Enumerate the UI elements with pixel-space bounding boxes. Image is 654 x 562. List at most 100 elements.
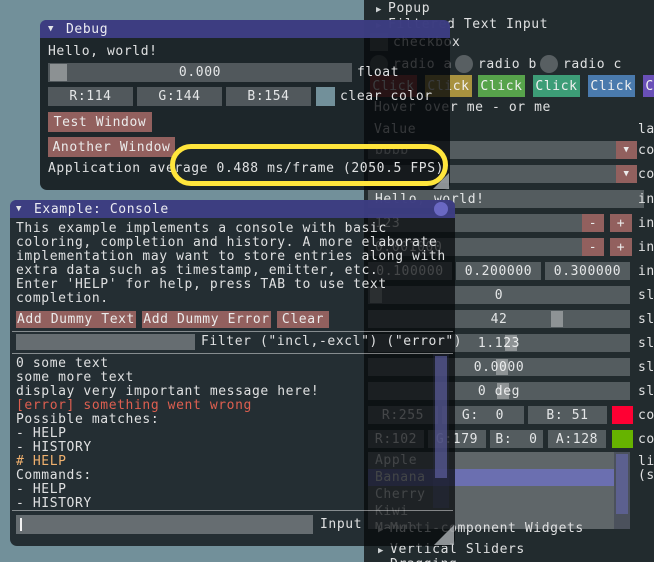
float-slider-label: float xyxy=(357,66,399,80)
chevron-right-icon: ▶ xyxy=(376,5,382,15)
console-input[interactable] xyxy=(16,515,313,534)
add-dummy-text-button[interactable]: Add Dummy Text xyxy=(16,311,136,328)
text-cursor xyxy=(20,518,22,531)
color2-swatch[interactable] xyxy=(612,430,633,448)
scrollbar-grab[interactable] xyxy=(435,356,447,478)
slider-float2-label: sl xyxy=(638,361,654,375)
console-log-line: 0 some text xyxy=(16,356,109,371)
input-float-minus-button[interactable]: - xyxy=(582,238,604,256)
listbox-label-line2: (s xyxy=(638,469,654,483)
combo-2-arrow-button[interactable]: ▼ xyxy=(616,165,637,183)
tree-node-partial[interactable]: ▶Dragging xyxy=(378,557,457,562)
combo-1-label: co xyxy=(638,144,654,158)
console-description-line: Enter 'HELP' for help, press TAB to use … xyxy=(16,278,387,292)
console-log-line: - HISTORY xyxy=(16,440,92,455)
clear-button[interactable]: Clear xyxy=(277,311,329,328)
console-log-line: - HISTORY xyxy=(16,496,92,508)
slider-42-label: sl xyxy=(638,313,654,327)
input-float3-label: in xyxy=(638,265,654,279)
collapse-arrow-icon[interactable]: ▼ xyxy=(48,24,54,34)
color2-b-field[interactable]: B: 0 xyxy=(490,430,543,448)
click-button-3[interactable]: Click xyxy=(478,75,525,97)
slider-grab[interactable] xyxy=(497,383,509,399)
close-icon[interactable] xyxy=(434,202,448,216)
slider-grab[interactable] xyxy=(551,311,563,327)
combo-2-label: co xyxy=(638,168,654,182)
console-description-line: extra data such as timestamp, emitter, e… xyxy=(16,264,378,278)
slider-grab[interactable] xyxy=(505,335,517,351)
test-window-button[interactable]: Test Window xyxy=(48,112,152,132)
clear-color-r-field[interactable]: R:114 xyxy=(48,87,133,106)
another-window-button[interactable]: Another Window xyxy=(48,137,175,157)
input-int-label: in xyxy=(638,217,654,231)
slider-int-label: sl xyxy=(638,289,654,303)
console-description-line: completion. xyxy=(16,292,109,306)
chevron-right-icon: ▶ xyxy=(378,546,384,556)
console-log-line: display very important message here! xyxy=(16,384,319,399)
console-description-line: implementation may want to store entries… xyxy=(16,250,446,264)
input-float3-y[interactable]: 0.200000 xyxy=(456,262,541,280)
console-description-line: coloring, completion and history. A more… xyxy=(16,236,437,250)
console-log-line-error: [error] something went wrong xyxy=(16,398,252,413)
app-background: ▶Popup ▶Filtered Text Input checkbox rad… xyxy=(0,0,654,562)
clear-color-g-field[interactable]: G:144 xyxy=(137,87,222,106)
radio-c-label: radio c xyxy=(563,58,622,72)
input-float-plus-button[interactable]: + xyxy=(610,238,632,256)
console-log-line: Commands: xyxy=(16,468,92,483)
clear-color-label: clear color xyxy=(340,90,433,104)
radio-c[interactable] xyxy=(540,55,558,73)
console-log-line: Possible matches: xyxy=(16,412,159,427)
click-button-6[interactable]: Click xyxy=(643,75,654,97)
console-log-line: - HELP xyxy=(16,426,67,441)
filter-input[interactable] xyxy=(16,334,195,350)
color2-label: co xyxy=(638,433,654,447)
console-log-line: - HELP xyxy=(16,482,67,497)
radio-b[interactable] xyxy=(455,55,473,73)
input-float3-z[interactable]: 0.300000 xyxy=(545,262,630,280)
console-scrollbar[interactable] xyxy=(433,354,449,508)
color1-b-field[interactable]: B: 51 xyxy=(528,406,607,424)
collapse-arrow-icon[interactable]: ▼ xyxy=(16,204,22,214)
filter-label: Filter ("incl,-excl") ("error") xyxy=(201,335,462,349)
resize-grip[interactable] xyxy=(434,525,454,545)
console-description-line: This example implements a console with b… xyxy=(16,222,387,236)
console-log-line-match: # HELP xyxy=(16,454,67,469)
separator xyxy=(12,510,453,511)
slider-angle-label: sl xyxy=(638,385,654,399)
console-log-line: some more text xyxy=(16,370,134,385)
color1-label: co xyxy=(638,409,654,423)
slider-grab[interactable] xyxy=(50,64,67,81)
add-dummy-error-button[interactable]: Add Dummy Error xyxy=(142,311,271,328)
separator xyxy=(12,353,453,354)
color2-a-field[interactable]: A:128 xyxy=(548,430,606,448)
annotation-highlight-ellipse xyxy=(170,144,448,186)
hello-world-text: Hello, world! xyxy=(48,45,158,59)
tree-node-label: Popup xyxy=(388,1,430,16)
console-window-title: Example: Console xyxy=(34,202,169,217)
labeltext-label: la xyxy=(638,123,654,137)
float-slider[interactable]: 0.000 xyxy=(48,63,352,82)
debug-window-title: Debug xyxy=(66,22,108,37)
separator xyxy=(12,331,453,332)
console-titlebar[interactable]: ▼ Example: Console xyxy=(10,200,455,218)
clear-color-b-field[interactable]: B:154 xyxy=(226,87,311,106)
color1-swatch[interactable] xyxy=(612,406,633,424)
listbox-scrollbar[interactable] xyxy=(614,452,630,529)
input-int-plus-button[interactable]: + xyxy=(610,214,632,232)
slider-grab[interactable] xyxy=(496,359,508,375)
combo-1-arrow-button[interactable]: ▼ xyxy=(616,141,637,159)
slider-float-label: sl xyxy=(638,337,654,351)
clear-color-swatch[interactable] xyxy=(316,87,335,106)
tree-node-label: Dragging xyxy=(390,557,457,562)
debug-titlebar[interactable]: ▼ Debug xyxy=(40,20,450,38)
console-input-label: Input xyxy=(320,518,362,532)
input-int-minus-button[interactable]: - xyxy=(582,214,604,232)
console-window: ▼ Example: Console This example implemen… xyxy=(10,200,455,546)
click-button-5[interactable]: Click xyxy=(588,75,635,97)
radio-b-label: radio b xyxy=(478,58,537,72)
click-button-4[interactable]: Click xyxy=(533,75,580,97)
listbox-label-line1: li xyxy=(638,455,654,469)
scrollbar-grab[interactable] xyxy=(616,454,628,514)
tree-node-popup[interactable]: ▶ Popup xyxy=(376,1,430,16)
input-float-label: in xyxy=(638,241,654,255)
